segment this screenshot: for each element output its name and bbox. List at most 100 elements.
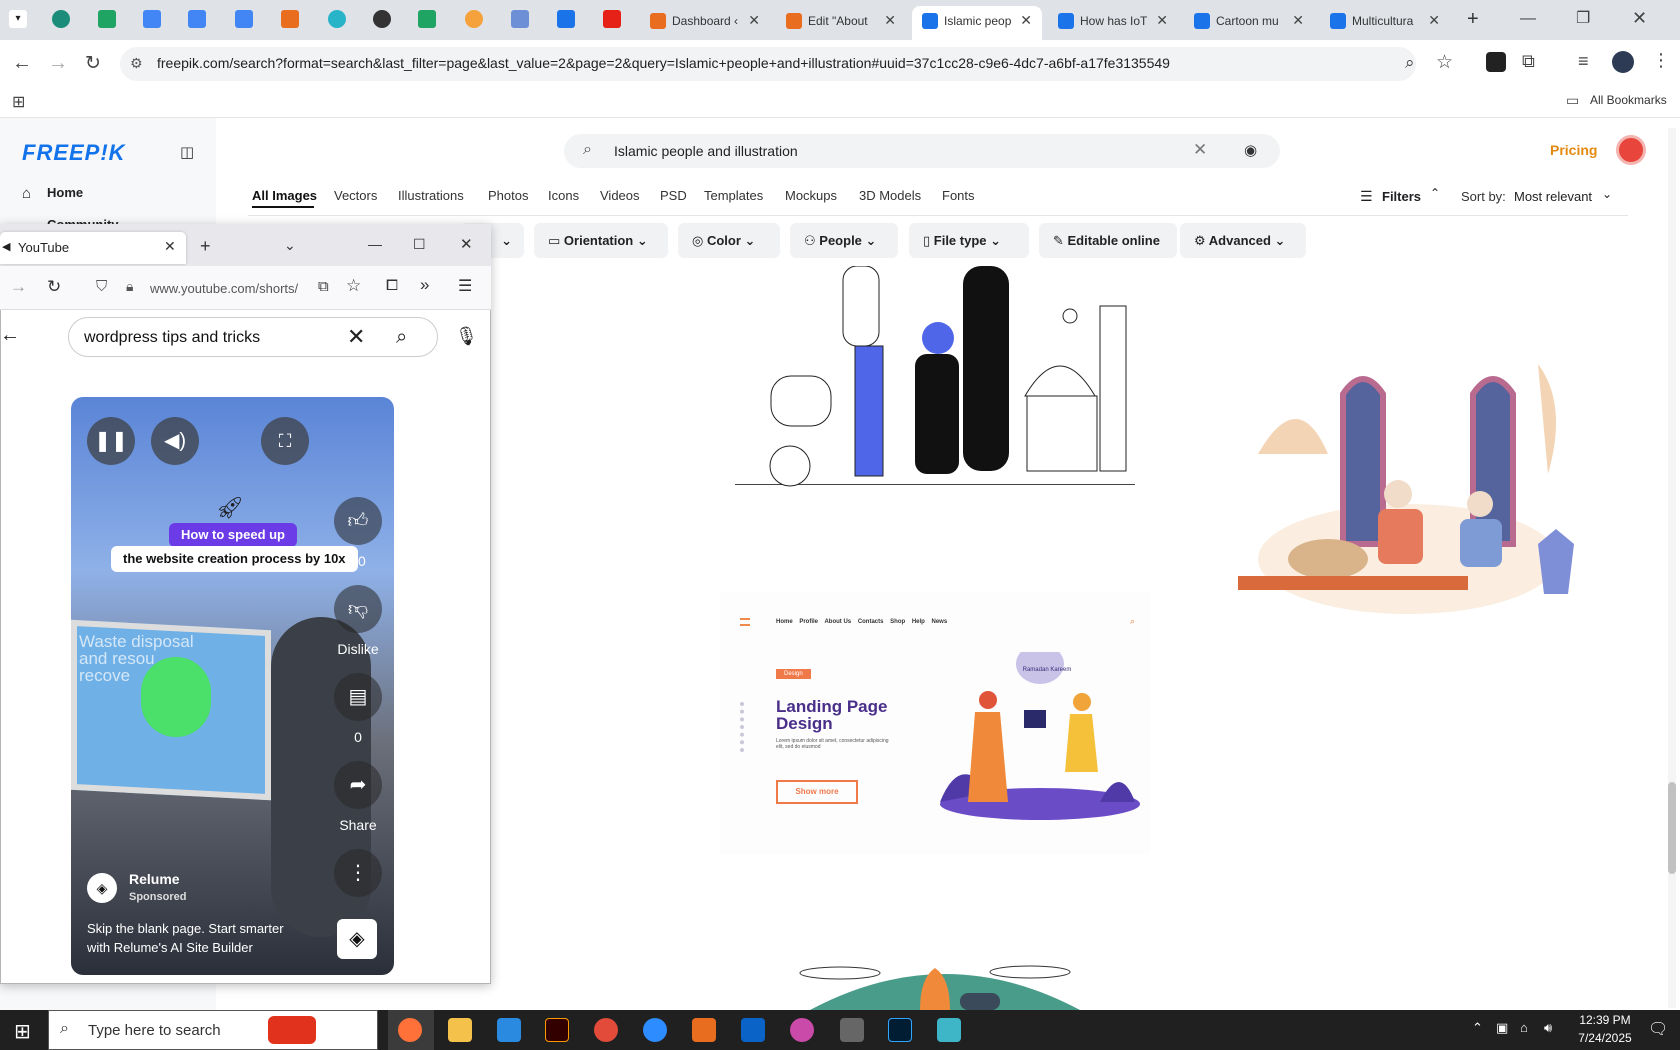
- new-tab-icon[interactable]: +: [200, 236, 211, 257]
- pinned-tab-wordpress-icon[interactable]: [52, 10, 70, 28]
- clear-search-icon[interactable]: ✕: [1193, 140, 1207, 160]
- mosque-illustration-partial[interactable]: [780, 948, 1110, 1010]
- filter-editable-online[interactable]: ✎ Editable online: [1039, 223, 1177, 258]
- tab-list-icon[interactable]: ⌄: [284, 237, 296, 254]
- tab-search-icon[interactable]: ▾: [9, 10, 27, 28]
- app-taskbar-icon[interactable]: [937, 1018, 961, 1042]
- picture-in-picture-icon[interactable]: ⧉: [318, 278, 329, 295]
- close-icon[interactable]: ✕: [1428, 6, 1440, 34]
- search-highlight-icon[interactable]: [268, 1016, 316, 1044]
- close-icon[interactable]: ✕: [1020, 6, 1032, 34]
- pinned-tab-docs-icon-3[interactable]: [235, 10, 253, 28]
- filter-people[interactable]: ⚇ People ⌄: [790, 223, 898, 258]
- youtube-short-player[interactable]: ❚❚ ◀) ⛶ 🚀︎ How to speed up the website c…: [71, 397, 394, 975]
- close-window-icon[interactable]: ✕: [460, 235, 473, 253]
- category-mockups[interactable]: Mockups: [785, 188, 837, 203]
- more-options-icon[interactable]: ⋮: [334, 849, 382, 897]
- bookmark-star-icon[interactable]: ☆: [1436, 51, 1453, 74]
- landing-page-template[interactable]: Home Profile About Us Contacts Shop Help…: [720, 592, 1150, 854]
- family-mosque-illustration[interactable]: [735, 266, 1145, 488]
- back-icon[interactable]: ←: [12, 52, 32, 75]
- channel-name[interactable]: Relume: [129, 871, 180, 887]
- pinned-tab-youtube-icon[interactable]: [603, 10, 621, 28]
- category-illustrations[interactable]: Illustrations: [398, 188, 464, 203]
- close-icon[interactable]: ✕: [164, 238, 176, 255]
- overflow-icon[interactable]: »: [420, 275, 429, 295]
- user-avatar[interactable]: [1616, 135, 1646, 165]
- category-photos[interactable]: Photos: [488, 188, 528, 203]
- bookmark-star-icon[interactable]: ☆: [346, 276, 361, 296]
- category-psd[interactable]: PSD: [660, 188, 687, 203]
- tray-app-icon[interactable]: ▣: [1496, 1020, 1508, 1036]
- freepik-logo[interactable]: FREEP!K: [22, 140, 126, 166]
- tab-multicultural[interactable]: Multicultura ✕: [1320, 6, 1450, 40]
- pinned-tab-app-icon[interactable]: [328, 10, 346, 28]
- shield-icon[interactable]: ⛉: [96, 278, 107, 295]
- firefox-url[interactable]: www.youtube.com/shorts/: [150, 281, 310, 296]
- close-window-icon[interactable]: ✕: [1632, 8, 1647, 29]
- category-videos[interactable]: Videos: [600, 188, 640, 203]
- microphone-icon[interactable]: 🎙︎: [455, 326, 478, 347]
- outlook-icon[interactable]: [741, 1018, 765, 1042]
- pinned-tab-docs-icon[interactable]: [143, 10, 161, 28]
- prayer-illustration[interactable]: [1238, 344, 1578, 619]
- pinned-tab-sheets-icon[interactable]: [98, 10, 116, 28]
- close-icon[interactable]: ✕: [748, 6, 760, 34]
- pinned-tab-sheets-icon-2[interactable]: [418, 10, 436, 28]
- site-info-icon[interactable]: ⚙: [130, 55, 143, 72]
- pinned-tab-docs-icon-2[interactable]: [188, 10, 206, 28]
- reload-icon[interactable]: ↻: [47, 277, 61, 297]
- comment-icon[interactable]: ▤: [334, 673, 382, 721]
- filter-orientation[interactable]: ▭ Orientation ⌄: [534, 223, 668, 258]
- pen-tool-icon[interactable]: [840, 1018, 864, 1042]
- extensions-icon[interactable]: ⧠: [386, 277, 398, 294]
- relume-app-icon[interactable]: ◈: [337, 919, 377, 959]
- xampp-taskbar-icon[interactable]: [692, 1018, 716, 1042]
- filters-button[interactable]: Filters: [1382, 189, 1421, 204]
- photos-icon[interactable]: [790, 1018, 814, 1042]
- youtube-search-input[interactable]: wordpress tips and tricks: [84, 329, 260, 347]
- search-icon[interactable]: ⌕: [396, 326, 407, 349]
- search-input[interactable]: Islamic people and illustration: [614, 143, 798, 159]
- extensions-icon[interactable]: ⧉: [1522, 51, 1535, 72]
- pinned-tab-chatgpt-icon[interactable]: [373, 10, 391, 28]
- close-icon[interactable]: ✕: [1292, 6, 1304, 34]
- page-scrollbar[interactable]: [1668, 128, 1676, 1008]
- firefox-taskbar-icon[interactable]: [398, 1018, 422, 1042]
- back-icon[interactable]: ←: [0, 324, 20, 347]
- taskbar-search-placeholder[interactable]: Type here to search: [88, 1022, 221, 1039]
- pricing-link[interactable]: Pricing: [1550, 142, 1597, 158]
- notifications-icon[interactable]: 🗨︎: [1648, 1019, 1668, 1039]
- photoshop-icon[interactable]: [888, 1018, 912, 1042]
- category-icons[interactable]: Icons: [548, 188, 579, 203]
- sidebar-toggle-icon[interactable]: ◫: [180, 143, 194, 161]
- scrollbar-thumb[interactable]: [1668, 782, 1676, 874]
- share-icon[interactable]: ➦: [334, 761, 382, 809]
- filter-advanced[interactable]: ⚙ Advanced ⌄: [1180, 223, 1306, 258]
- category-3d-models[interactable]: 3D Models: [859, 188, 921, 203]
- like-icon[interactable]: 👍︎: [334, 497, 382, 545]
- vscode-icon[interactable]: [497, 1018, 521, 1042]
- forward-icon[interactable]: →: [48, 52, 68, 75]
- new-tab-icon[interactable]: +: [1467, 8, 1479, 31]
- maximize-icon[interactable]: ☐: [413, 236, 426, 253]
- pinned-tab-xampp-icon[interactable]: [281, 10, 299, 28]
- relume-logo-icon[interactable]: ◈: [87, 873, 117, 903]
- reload-icon[interactable]: ↻: [85, 52, 101, 75]
- chrome-taskbar-icon[interactable]: [594, 1018, 618, 1042]
- extension-fonts-icon[interactable]: [1486, 52, 1506, 72]
- category-templates[interactable]: Templates: [704, 188, 763, 203]
- zoom-icon[interactable]: [643, 1018, 667, 1042]
- tab-dashboard[interactable]: Dashboard ‹ ✕: [640, 6, 770, 40]
- url-text[interactable]: freepik.com/search?format=search&last_fi…: [157, 55, 1170, 71]
- close-icon[interactable]: ✕: [1156, 6, 1168, 34]
- tab-edit-about[interactable]: Edit "About ✕: [776, 6, 906, 40]
- clock-date[interactable]: 7/24/2025: [1570, 1031, 1640, 1045]
- task-view-icon[interactable]: ⧉: [352, 1020, 365, 1041]
- windows-start-icon[interactable]: ⊞: [14, 1019, 31, 1044]
- apps-grid-icon[interactable]: ⊞: [12, 92, 25, 112]
- media-controls-icon[interactable]: ≡: [1578, 51, 1589, 72]
- network-icon[interactable]: ⌂: [1520, 1020, 1528, 1035]
- category-fonts[interactable]: Fonts: [942, 188, 975, 203]
- close-icon[interactable]: ✕: [884, 6, 896, 34]
